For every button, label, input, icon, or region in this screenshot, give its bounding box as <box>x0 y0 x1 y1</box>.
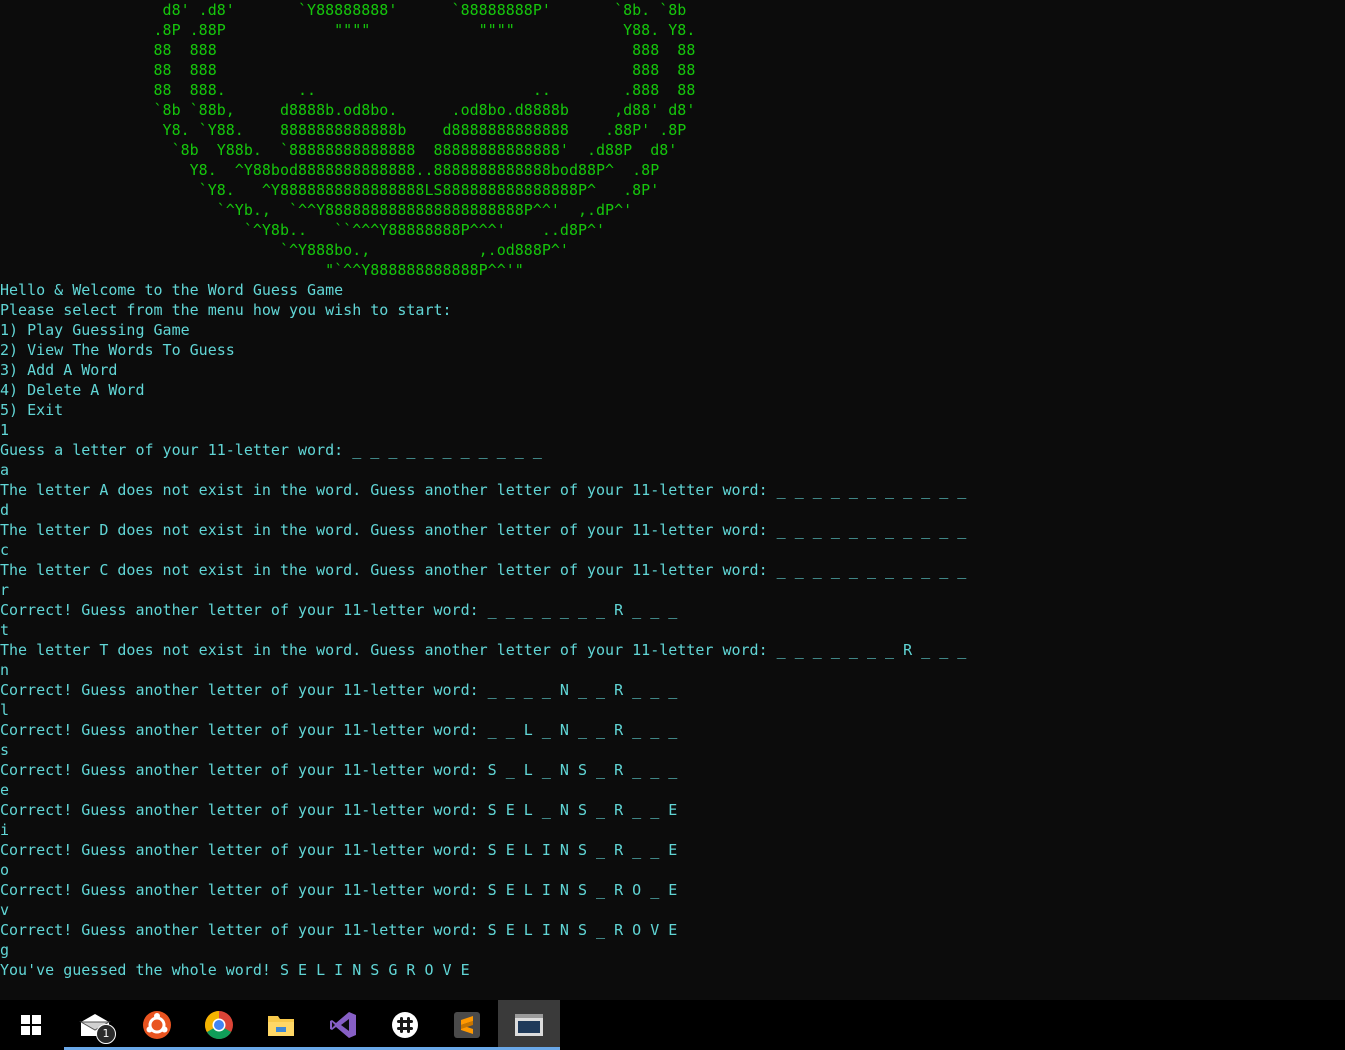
taskbar-visual-studio-button[interactable] <box>312 1000 374 1050</box>
console-line: d <box>0 501 10 519</box>
console-line: Hello & Welcome to the Word Guess Game <box>0 281 344 299</box>
chrome-icon <box>205 1011 233 1039</box>
console-line: The letter C does not exist in the word.… <box>0 561 967 579</box>
console-line: Correct! Guess another letter of your 11… <box>0 601 678 619</box>
taskbar-sublime-text-button[interactable] <box>436 1000 498 1050</box>
console-line: n <box>0 661 10 679</box>
ascii-art-line: `Y8. ^Y8888888888888888LS888888888888888… <box>0 181 660 199</box>
console-line: Correct! Guess another letter of your 11… <box>0 761 678 779</box>
console-line: l <box>0 701 10 719</box>
ascii-art-line: `^Y888bo., ,.od888P^' <box>0 241 569 259</box>
visual-studio-icon <box>330 1012 356 1038</box>
console-line: t <box>0 621 10 639</box>
taskbar-file-explorer-button[interactable] <box>250 1000 312 1050</box>
console-line: v <box>0 901 10 919</box>
console-output: Hello & Welcome to the Word Guess Game Pl… <box>0 280 966 980</box>
console-line: Correct! Guess another letter of your 11… <box>0 921 678 939</box>
ascii-art-line: .8P .88P """" """" Y88. Y8. <box>0 21 696 39</box>
console-line: 1 <box>0 421 10 439</box>
ascii-art-line: `^Y8b.. ``^^^Y88888888P^^^' ..d8P^' <box>0 221 606 239</box>
console-line: Correct! Guess another letter of your 11… <box>0 881 678 899</box>
console-line: 3) Add A Word <box>0 361 118 379</box>
ascii-art-line: `8b `88b, d8888b.od8bo. .od8bo.d8888b ,d… <box>0 101 696 119</box>
console-window[interactable]: d8' .d8' `Y88888888' `88888888P' `8b. `8… <box>0 0 1345 1000</box>
console-line: Correct! Guess another letter of your 11… <box>0 721 678 739</box>
console-line: g <box>0 941 10 959</box>
slack-icon <box>392 1012 418 1038</box>
start-button[interactable] <box>0 1000 62 1050</box>
ascii-art: d8' .d8' `Y88888888' `88888888P' `8b. `8… <box>0 0 696 280</box>
console-line: c <box>0 541 10 559</box>
console-line: i <box>0 821 10 839</box>
file-explorer-icon <box>268 1016 294 1036</box>
taskbar-mail-button[interactable]: 1 <box>64 1000 126 1050</box>
console-window-icon <box>515 1014 543 1036</box>
ascii-art-line: 88 888 888 88 <box>0 41 696 59</box>
taskbar: 1 <box>0 1000 1345 1050</box>
console-line: 4) Delete A Word <box>0 381 145 399</box>
sublime-text-icon <box>454 1012 480 1038</box>
ascii-art-line: d8' .d8' `Y88888888' `88888888P' `8b. `8… <box>0 1 687 19</box>
console-line: The letter A does not exist in the word.… <box>0 481 967 499</box>
console-line: 5) Exit <box>0 401 64 419</box>
console-line: Correct! Guess another letter of your 11… <box>0 841 678 859</box>
console-line: The letter D does not exist in the word.… <box>0 521 967 539</box>
console-line: a <box>0 461 10 479</box>
ubuntu-icon <box>143 1011 171 1039</box>
console-line: 1) Play Guessing Game <box>0 321 190 339</box>
windows-start-icon <box>21 1015 41 1035</box>
ascii-art-line: `^Yb., `^^Y8888888888888888888888P^^' ,.… <box>0 201 633 219</box>
ascii-art-line: `8b Y88b. `88888888888888 88888888888888… <box>0 141 678 159</box>
mail-badge: 1 <box>96 1024 116 1044</box>
console-line: o <box>0 861 10 879</box>
ascii-art-line: 88 888. .. .. .888 88 <box>0 81 696 99</box>
console-line: s <box>0 741 10 759</box>
console-line: The letter T does not exist in the word.… <box>0 641 967 659</box>
console-line: 2) View The Words To Guess <box>0 341 235 359</box>
ascii-art-line: Y8. ^Y88bod8888888888888..8888888888888b… <box>0 161 660 179</box>
console-line: r <box>0 581 10 599</box>
taskbar-slack-button[interactable] <box>374 1000 436 1050</box>
console-line: e <box>0 781 10 799</box>
console-line: Guess a letter of your 11-letter word: _… <box>0 441 542 459</box>
ascii-art-line: 88 888 888 88 <box>0 61 696 79</box>
ascii-art-line: Y8. `Y88. 8888888888888b d8888888888888 … <box>0 121 687 139</box>
console-line: Correct! Guess another letter of your 11… <box>0 801 678 819</box>
console-line: You've guessed the whole word! S E L I N… <box>0 961 470 979</box>
taskbar-ubuntu-button[interactable] <box>126 1000 188 1050</box>
console-line: Please select from the menu how you wish… <box>0 301 452 319</box>
taskbar-console-button[interactable] <box>498 1000 560 1050</box>
taskbar-chrome-button[interactable] <box>188 1000 250 1050</box>
ascii-art-line: "`^^Y888888888888P^^'" <box>0 261 524 279</box>
console-line: Correct! Guess another letter of your 11… <box>0 681 678 699</box>
